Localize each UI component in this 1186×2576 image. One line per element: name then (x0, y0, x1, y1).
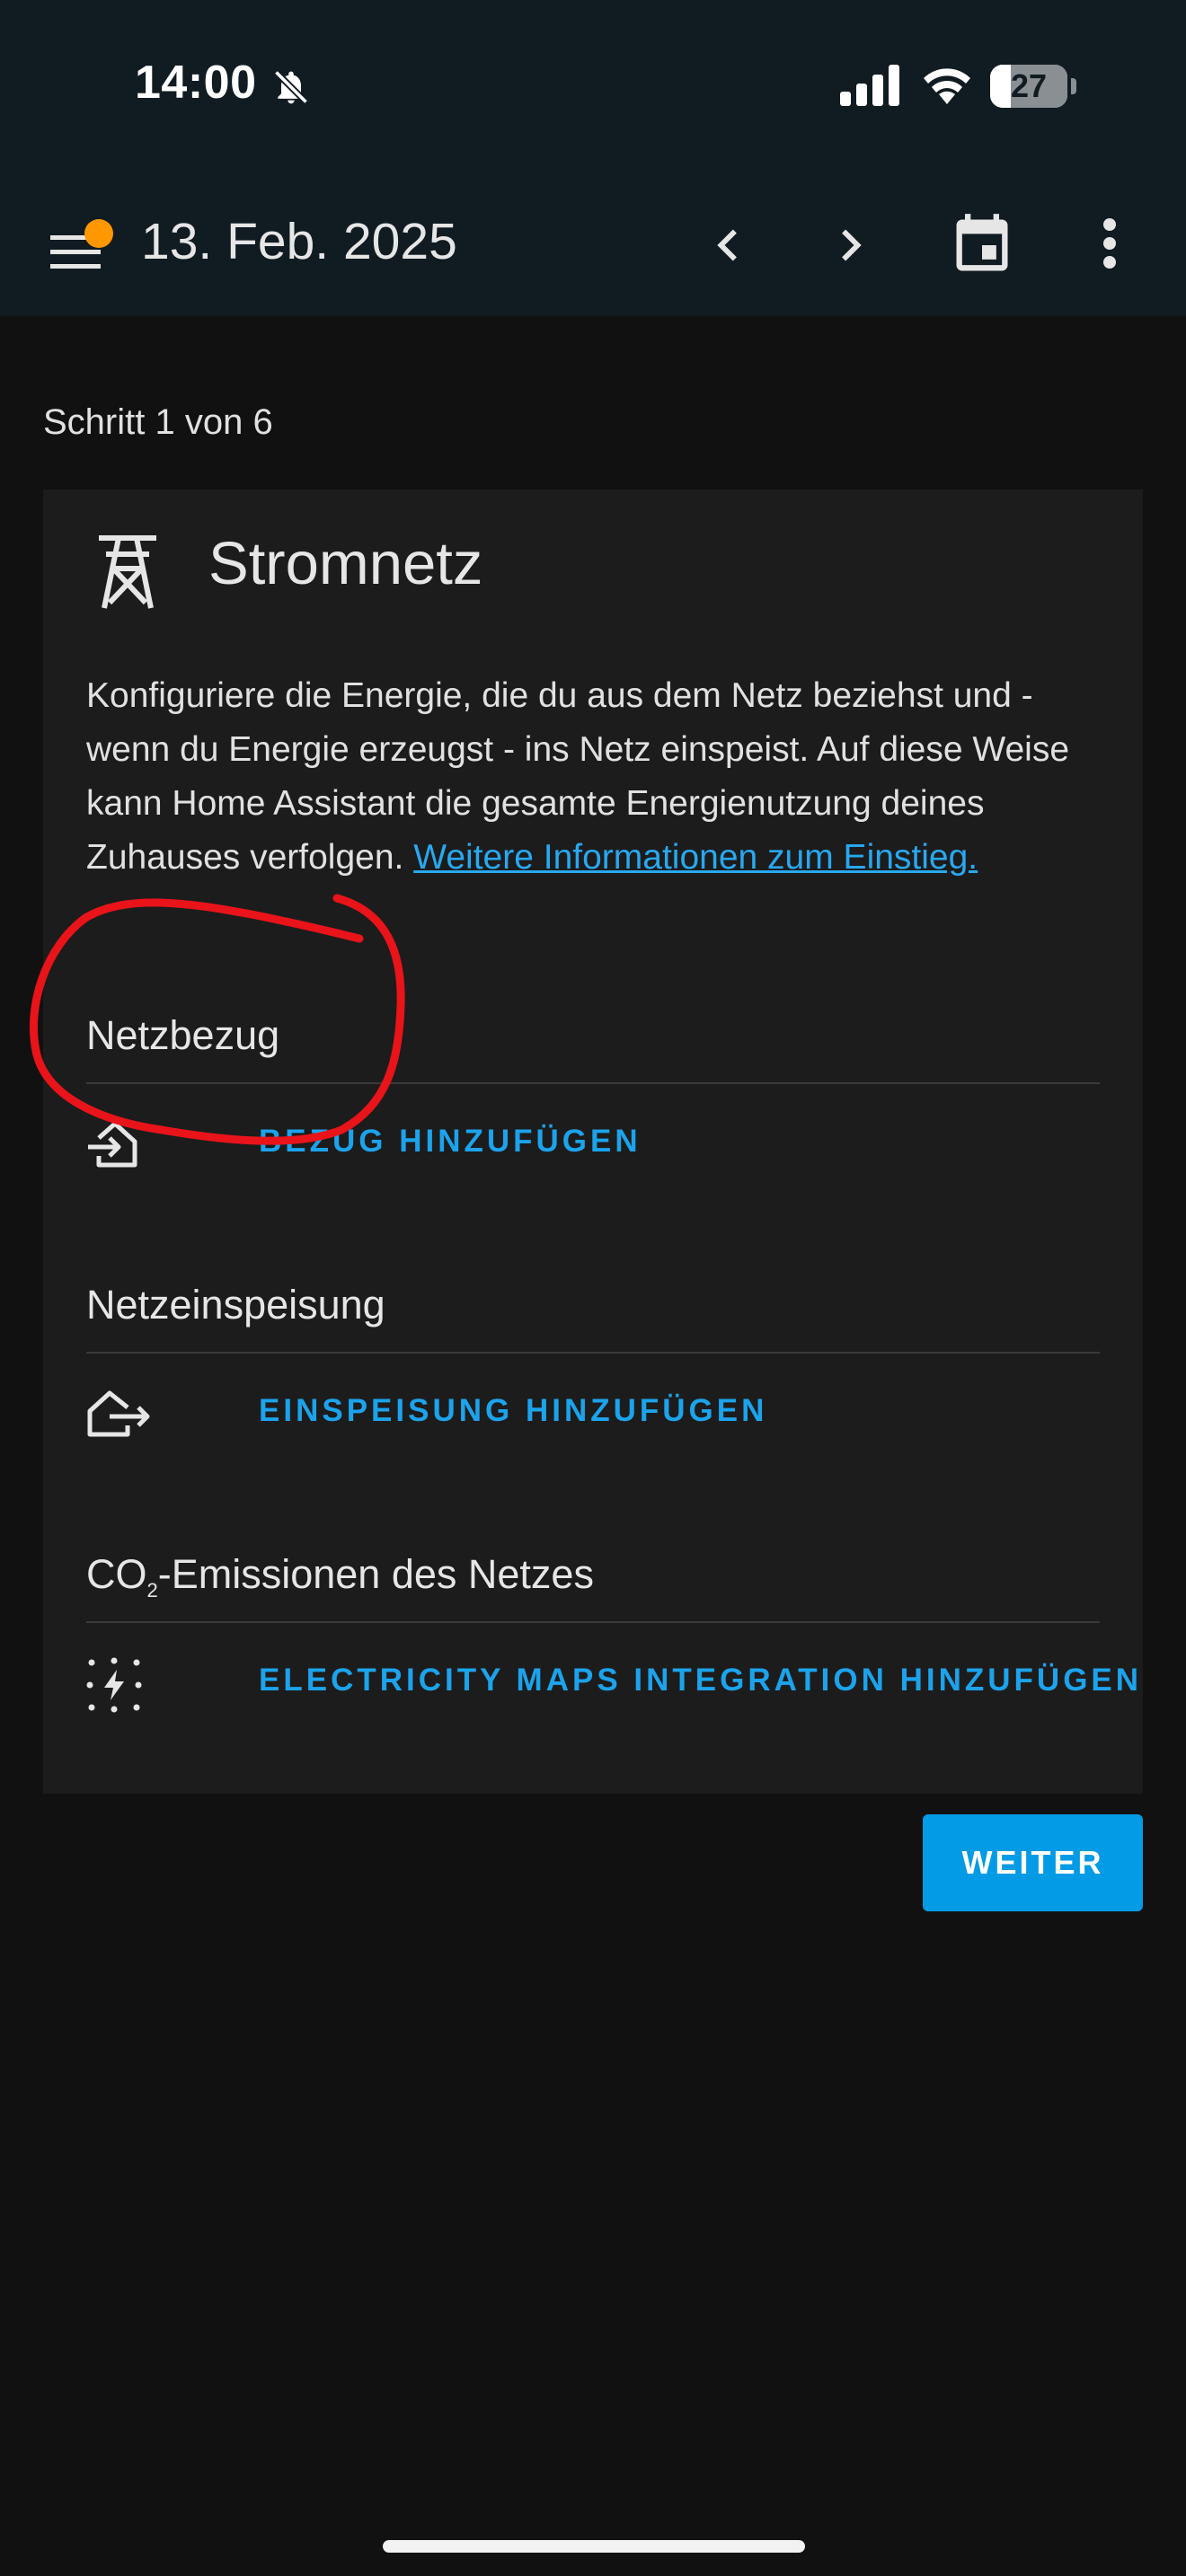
step-indicator: Schritt 1 von 6 (43, 402, 273, 442)
section-title-co2: CO2-Emissionen des Netzes (86, 1551, 594, 1602)
next-day-button[interactable] (819, 214, 882, 277)
card-title: Stromnetz (208, 530, 483, 597)
home-indicator[interactable] (383, 2540, 805, 2553)
signal-icon (840, 65, 899, 106)
section-title-grid-return: Netzeinspeisung (86, 1282, 385, 1328)
page-title: 13. Feb. 2025 (141, 213, 457, 270)
transmission-tower-import-icon (88, 1121, 137, 1168)
co2-prefix: CO (86, 1551, 147, 1597)
battery-icon: 27 (990, 65, 1076, 110)
co2-subscript: 2 (146, 1579, 158, 1601)
chevron-left-icon (717, 229, 737, 261)
add-return-button[interactable]: EINSPEISUNG HINZUFÜGEN (86, 1373, 1100, 1454)
lightning-dots-icon (86, 1657, 142, 1713)
previous-day-button[interactable] (696, 214, 759, 277)
status-time: 14:00 (135, 57, 257, 109)
bell-off-icon (273, 69, 309, 105)
add-electricity-maps-button[interactable]: ELECTRICITY MAPS INTEGRATION HINZUFÜGEN (86, 1643, 1138, 1724)
section-title-grid-consumption: Netzbezug (86, 1012, 280, 1058)
chevron-right-icon (842, 229, 862, 261)
more-options-button[interactable] (1087, 212, 1132, 275)
next-button[interactable]: WEITER (923, 1814, 1143, 1911)
add-consumption-button[interactable]: BEZUG HINZUFÜGEN (86, 1104, 1100, 1185)
calendar-button[interactable] (948, 207, 1016, 284)
battery-tip (1071, 78, 1076, 94)
calendar-icon (956, 214, 1008, 271)
app-bar: 13. Feb. 2025 (0, 171, 1186, 316)
more-vert-icon (1103, 218, 1116, 269)
status-bar: 14:00 27 (0, 0, 1186, 171)
divider (86, 1082, 1100, 1084)
card-description: Konfiguriere die Energie, die du aus dem… (86, 669, 1111, 885)
divider (86, 1352, 1100, 1354)
notification-badge (84, 219, 113, 248)
grid-config-card: Stromnetz Konfiguriere die Energie, die … (43, 490, 1143, 1794)
add-consumption-label: BEZUG HINZUFÜGEN (259, 1124, 642, 1159)
transmission-tower-export-icon (87, 1390, 150, 1437)
transmission-tower-icon (99, 535, 156, 609)
divider (86, 1621, 1100, 1623)
menu-button[interactable] (45, 207, 126, 287)
add-return-label: EINSPEISUNG HINZUFÜGEN (259, 1393, 768, 1428)
wifi-icon (924, 68, 970, 104)
getting-started-link[interactable]: Weitere Informationen zum Einstieg. (413, 838, 978, 877)
co2-suffix: -Emissionen des Netzes (157, 1551, 594, 1597)
battery-level: 27 (1010, 67, 1048, 104)
battery-body: 27 (990, 65, 1067, 108)
add-electricity-maps-label: ELECTRICITY MAPS INTEGRATION HINZUFÜGEN (259, 1663, 1143, 1698)
